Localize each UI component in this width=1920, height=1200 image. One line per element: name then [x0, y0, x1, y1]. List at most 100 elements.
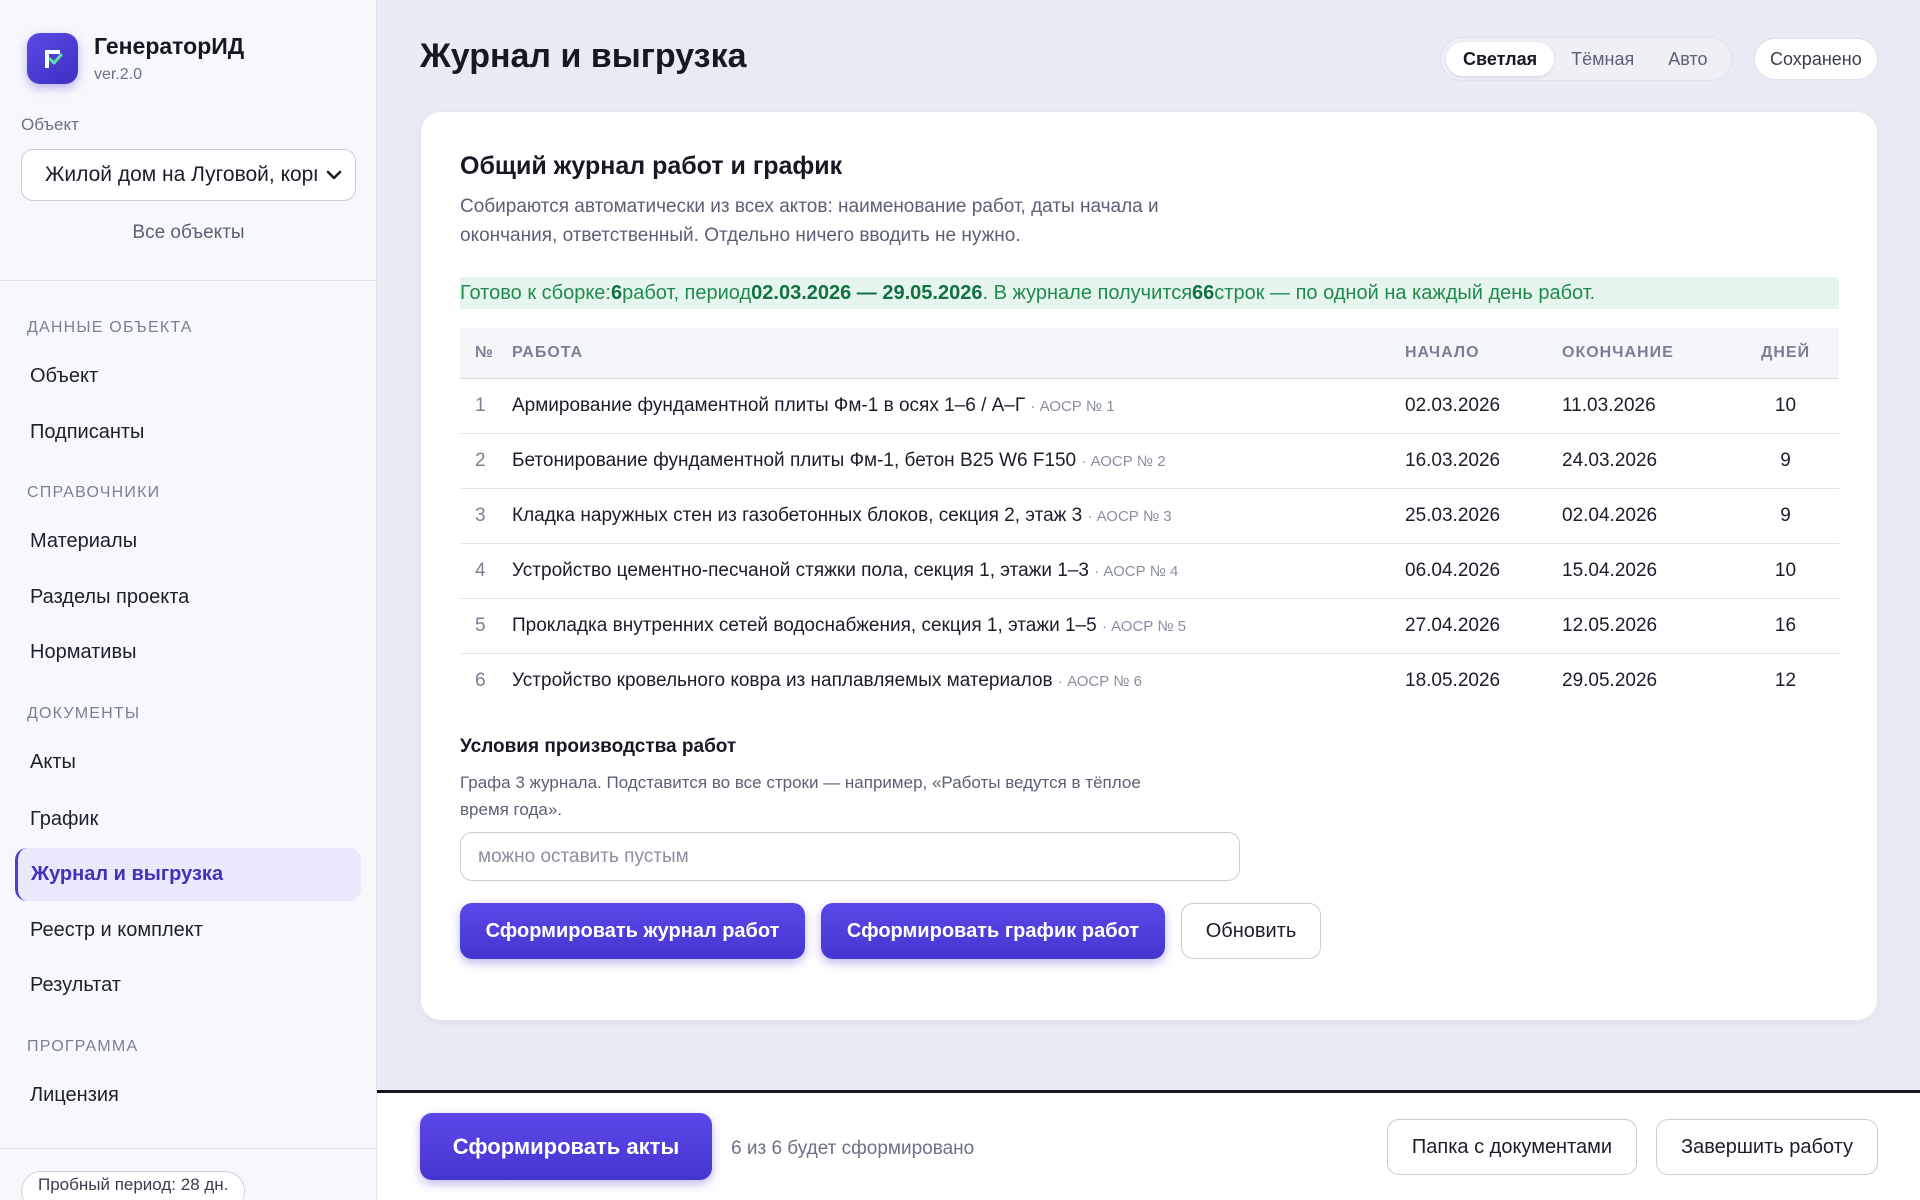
- cell-work: Бетонирование фундаментной плиты Фм-1, б…: [512, 433, 1405, 488]
- act-ref: · АОСР № 6: [1057, 672, 1143, 690]
- cell-end: 02.04.2026: [1562, 504, 1658, 526]
- work-name: Кладка наружных стен из газобетонных бло…: [512, 504, 1083, 526]
- sidebar-item-object[interactable]: Объект: [15, 350, 361, 403]
- app-name: ГенераторИД: [94, 33, 245, 59]
- table-row: 1 Армирование фундаментной плиты Фм-1 в …: [460, 378, 1839, 433]
- object-label: Объект: [21, 115, 79, 134]
- theme-switch: Светлая Тёмная Авто: [1440, 37, 1732, 81]
- cell-no: 3: [475, 504, 486, 526]
- sidebar: ГенераторИД ver.2.0 Объект Жилой дом на …: [0, 0, 377, 1200]
- ready-status: Готово к сборке: 6 работ, период 02.03.2…: [460, 277, 1839, 309]
- cell-start: 27.04.2026: [1405, 614, 1501, 636]
- sidebar-item-registry[interactable]: Реестр и комплект: [15, 904, 361, 957]
- app-logo-icon: [27, 33, 78, 84]
- nav-section-references: Справочники: [27, 484, 161, 501]
- act-ref: · АОСР № 5: [1101, 617, 1187, 635]
- cell-end: 29.05.2026: [1562, 669, 1658, 691]
- ready-text: строк — по одной на каждый день работ.: [1214, 281, 1596, 304]
- cell-no: 5: [475, 614, 486, 636]
- app-version: ver.2.0: [94, 66, 143, 83]
- cell-work: Армирование фундаментной плиты Фм-1 в ос…: [512, 378, 1405, 433]
- all-objects-link[interactable]: Все объекты: [0, 222, 377, 244]
- cell-start: 06.04.2026: [1405, 559, 1501, 581]
- sidebar-divider: [0, 1148, 377, 1149]
- journal-card: Общий журнал работ и график Собираются а…: [421, 112, 1877, 1020]
- cell-days: 16: [1774, 614, 1797, 636]
- documents-folder-button[interactable]: Папка с документами: [1387, 1119, 1637, 1175]
- cell-days: 10: [1774, 559, 1797, 581]
- cell-days: 10: [1774, 394, 1797, 416]
- card-description: Собираются автоматически из всех актов: …: [460, 196, 1159, 246]
- theme-option-auto[interactable]: Авто: [1651, 42, 1724, 76]
- sidebar-item-project-sections[interactable]: Разделы проекта: [15, 571, 361, 624]
- sidebar-item-schedule[interactable]: График: [15, 793, 361, 846]
- cell-no: 1: [475, 394, 486, 416]
- cell-no: 4: [475, 559, 486, 581]
- works-count: 6: [610, 281, 623, 304]
- cell-start: 25.03.2026: [1405, 504, 1501, 526]
- conditions-description: Графа 3 журнала. Подставится во все стро…: [460, 773, 1141, 819]
- refresh-button[interactable]: Обновить: [1181, 903, 1321, 959]
- cell-start: 02.03.2026: [1405, 394, 1501, 416]
- brand: ГенераторИД ver.2.0: [27, 33, 244, 84]
- works-table: № Работа Начало Окончание Дней 1 Армиров…: [460, 328, 1839, 708]
- trial-badge: Пробный период: 28 дн.: [21, 1171, 246, 1200]
- sidebar-item-journal-export[interactable]: Журнал и выгрузка: [15, 848, 361, 901]
- conditions-title: Условия производства работ: [460, 736, 737, 757]
- generation-hint: 6 из 6 будет сформировано: [731, 1138, 975, 1159]
- generate-schedule-button[interactable]: Сформировать график работ: [821, 903, 1165, 959]
- ready-text: . В журнале получится: [982, 281, 1193, 304]
- conditions-input[interactable]: можно оставить пустым: [460, 832, 1240, 881]
- sidebar-item-result[interactable]: Результат: [15, 959, 361, 1012]
- act-ref: · АОСР № 2: [1081, 452, 1166, 470]
- table-row: 5 Прокладка внутренних сетей водоснабжен…: [460, 598, 1839, 653]
- object-select-value: Жилой дом на Луговой, корп: [45, 163, 317, 186]
- theme-option-dark[interactable]: Тёмная: [1554, 42, 1651, 76]
- table-row: 2 Бетонирование фундаментной плиты Фм-1,…: [460, 433, 1839, 488]
- cell-work: Устройство кровельного ковра из наплавля…: [512, 653, 1405, 708]
- work-name: Армирование фундаментной плиты Фм-1 в ос…: [512, 394, 1026, 416]
- col-start: Начало: [1405, 343, 1480, 361]
- sidebar-item-acts[interactable]: Акты: [15, 736, 361, 789]
- finish-work-button[interactable]: Завершить работу: [1656, 1119, 1878, 1175]
- cell-work: Прокладка внутренних сетей водоснабжения…: [512, 598, 1405, 653]
- period-range: 02.03.2026 — 29.05.2026: [751, 281, 983, 304]
- generate-acts-button[interactable]: Сформировать акты: [420, 1113, 712, 1180]
- object-select[interactable]: Жилой дом на Луговой, корп: [21, 149, 356, 201]
- nav-section-documents: Документы: [27, 705, 141, 722]
- generate-journal-button[interactable]: Сформировать журнал работ: [460, 903, 805, 959]
- ready-text: Готово к сборке:: [460, 281, 611, 304]
- ready-text: работ, период: [622, 281, 752, 304]
- table-row: 4 Устройство цементно-песчаной стяжки по…: [460, 543, 1839, 598]
- work-name: Устройство цементно-песчаной стяжки пола…: [512, 559, 1089, 581]
- cell-end: 24.03.2026: [1562, 449, 1658, 471]
- work-name: Прокладка внутренних сетей водоснабжения…: [512, 614, 1097, 636]
- cell-days: 9: [1780, 449, 1791, 471]
- chevron-down-icon: [326, 170, 342, 180]
- rows-count: 66: [1192, 281, 1215, 304]
- cell-start: 18.05.2026: [1405, 669, 1501, 691]
- col-no: №: [475, 343, 494, 361]
- cell-days: 12: [1774, 669, 1797, 691]
- sidebar-divider: [0, 280, 377, 281]
- theme-option-light[interactable]: Светлая: [1446, 42, 1555, 76]
- col-end: Окончание: [1562, 343, 1674, 361]
- cell-end: 15.04.2026: [1562, 559, 1658, 581]
- sidebar-item-license[interactable]: Лицензия: [15, 1069, 361, 1122]
- cell-no: 6: [475, 669, 486, 691]
- table-row: 6 Устройство кровельного ковра из наплав…: [460, 653, 1839, 708]
- col-days: Дней: [1760, 343, 1811, 361]
- col-work: Работа: [512, 343, 584, 361]
- page-title: Журнал и выгрузка: [420, 37, 747, 75]
- act-ref: · АОСР № 4: [1094, 562, 1179, 580]
- sidebar-item-signers[interactable]: Подписанты: [15, 406, 361, 459]
- sidebar-item-standards[interactable]: Нормативы: [15, 626, 361, 679]
- conditions-placeholder: можно оставить пустым: [478, 845, 689, 867]
- table-row: 3 Кладка наружных стен из газобетонных б…: [460, 488, 1839, 543]
- saved-status: Сохранено: [1754, 38, 1878, 80]
- bottom-bar: Сформировать акты 6 из 6 будет сформиров…: [377, 1090, 1920, 1200]
- cell-start: 16.03.2026: [1405, 449, 1501, 471]
- cell-no: 2: [475, 449, 486, 471]
- work-name: Устройство кровельного ковра из наплавля…: [512, 669, 1053, 691]
- sidebar-item-materials[interactable]: Материалы: [15, 515, 361, 568]
